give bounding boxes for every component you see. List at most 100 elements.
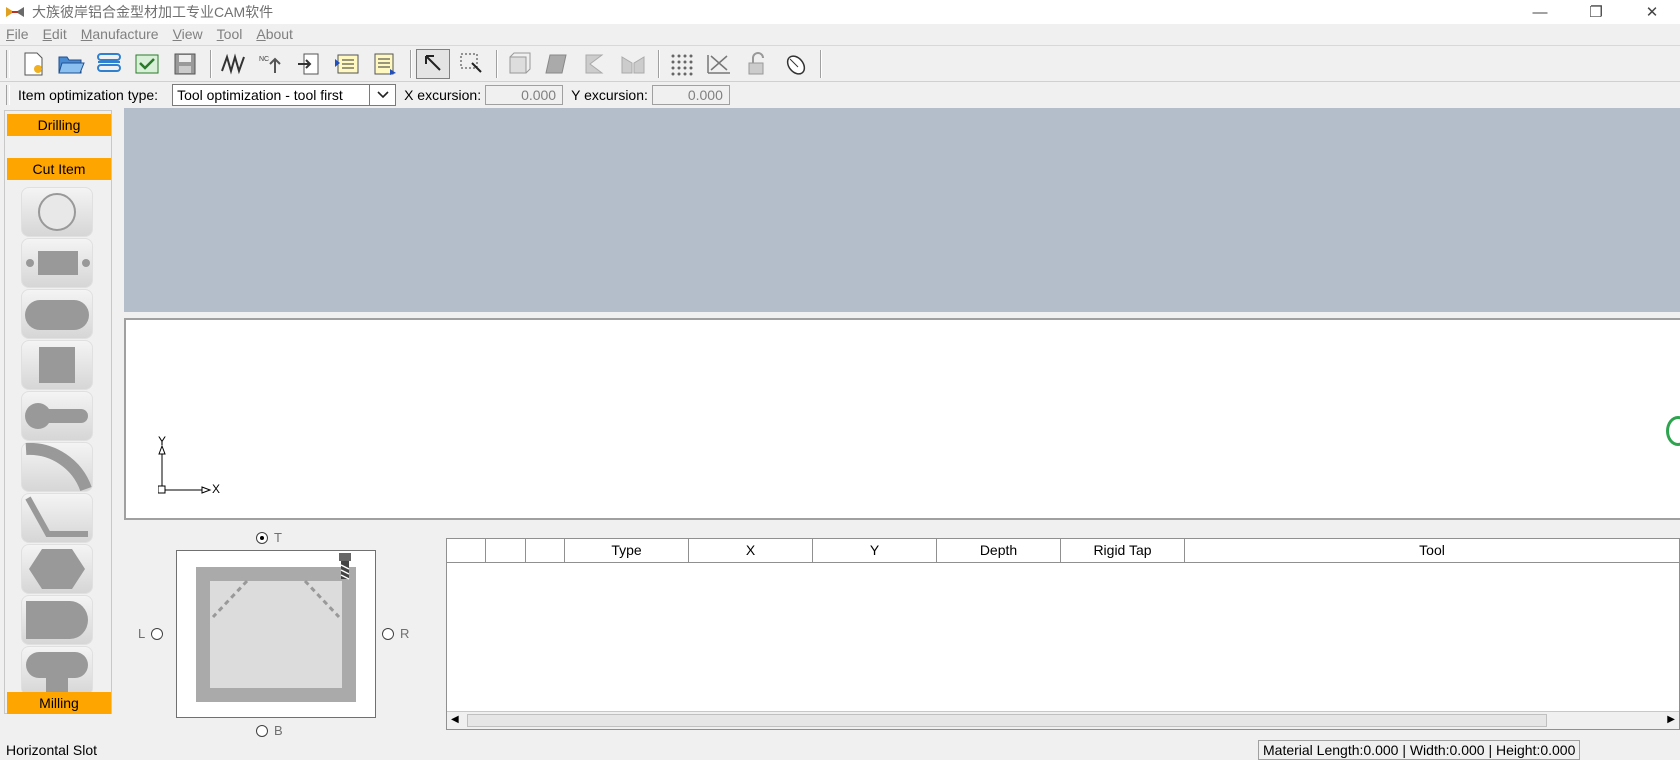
view-side-button[interactable] <box>578 49 612 79</box>
square-tool[interactable] <box>21 340 93 390</box>
title-bar: 大族彼岸铝合金型材加工专业CAM软件 — ❐ ✕ <box>0 0 1680 24</box>
column-header-x[interactable]: X <box>689 539 813 562</box>
keyhole-tool[interactable] <box>21 391 93 441</box>
radio-right-dot[interactable] <box>382 627 394 640</box>
radio-left-label: L <box>138 626 146 641</box>
green-status-icon[interactable] <box>1666 416 1680 446</box>
cut-item-category-button[interactable]: Cut Item <box>7 158 111 180</box>
column-header-3[interactable] <box>526 539 565 562</box>
mouse-icon <box>786 54 806 75</box>
hexagon-tool[interactable] <box>21 544 93 594</box>
open-file-button[interactable] <box>54 49 88 79</box>
x-excursion-field[interactable]: 0.000 <box>485 84 564 105</box>
circle-icon <box>38 193 76 231</box>
radio-top[interactable]: T <box>256 530 282 545</box>
measure-button[interactable] <box>702 49 736 79</box>
new-file-button[interactable] <box>16 49 50 79</box>
milling-category-button[interactable]: Milling <box>7 692 111 714</box>
column-header-y[interactable]: Y <box>813 539 937 562</box>
toolbar-grip[interactable] <box>6 49 10 78</box>
lock-icon <box>748 51 764 74</box>
column-header-1[interactable] <box>447 539 486 562</box>
rect-with-holes-tool[interactable] <box>21 238 93 288</box>
report-button[interactable] <box>368 49 402 79</box>
import-icon <box>135 54 159 73</box>
scroll-right-icon[interactable]: ▶ <box>1667 714 1675 725</box>
import-button[interactable] <box>130 49 164 79</box>
x-excursion-label: X excursion: <box>404 86 482 103</box>
square-icon <box>39 347 75 383</box>
status-material-dimensions: Material Length:0.000 | Width:0.000 | He… <box>1258 740 1581 760</box>
mouse-button[interactable] <box>778 49 812 79</box>
menu-view[interactable]: View <box>173 26 203 42</box>
profile-view-canvas[interactable] <box>124 108 1680 312</box>
view-solid-button[interactable] <box>540 49 574 79</box>
measure-icon <box>707 54 730 74</box>
list-button[interactable] <box>330 49 364 79</box>
menu-edit[interactable]: Edit <box>43 26 67 42</box>
column-header-tool[interactable]: Tool <box>1185 539 1679 562</box>
part-view-canvas[interactable]: Y X <box>124 318 1680 520</box>
hexagon-icon <box>29 549 85 589</box>
angled-slot-tool[interactable] <box>21 493 93 543</box>
axis-indicator: Y X <box>157 434 238 499</box>
column-header-rigid-tap[interactable]: Rigid Tap <box>1061 539 1185 562</box>
select-button[interactable] <box>416 48 450 79</box>
column-header-2[interactable] <box>486 539 526 562</box>
status-bar: Horizontal Slot Material Length:0.000 | … <box>0 740 1680 760</box>
radio-bottom[interactable]: B <box>256 723 283 738</box>
toolbar-separator <box>210 49 212 78</box>
radio-right[interactable]: R <box>382 626 409 641</box>
report-icon <box>374 53 396 75</box>
export-icon <box>298 53 319 74</box>
view-3d-button[interactable] <box>502 49 536 79</box>
menu-about[interactable]: About <box>256 26 293 42</box>
unfold-icon <box>621 55 645 73</box>
menu-manufacture[interactable]: Manufacture <box>81 26 159 42</box>
d-shape-tool[interactable] <box>21 595 93 645</box>
box-select-button[interactable] <box>454 49 488 79</box>
scroll-left-icon[interactable]: ◀ <box>451 714 459 725</box>
slot-icon <box>25 300 89 330</box>
y-excursion-field[interactable]: 0.000 <box>651 84 730 105</box>
view-unfold-button[interactable] <box>616 49 650 79</box>
y-excursion-label: Y excursion: <box>571 86 648 103</box>
radio-left[interactable]: L <box>138 626 169 641</box>
save-button[interactable] <box>168 49 202 79</box>
horizontal-scrollbar[interactable]: ◀ ▶ <box>447 711 1679 729</box>
window-title: 大族彼岸铝合金型材加工专业CAM软件 <box>32 4 274 20</box>
item-optimization-select[interactable]: Tool optimization - tool first <box>172 83 397 106</box>
radio-left-dot[interactable] <box>151 627 164 640</box>
round-hole-tool[interactable] <box>21 187 93 237</box>
toolbar-separator <box>820 49 822 78</box>
path-button[interactable] <box>216 49 250 79</box>
t-shape-tool[interactable] <box>21 646 93 696</box>
options-grip[interactable] <box>6 84 10 105</box>
options-bar: Item optimization type: Tool optimizatio… <box>0 81 1680 107</box>
chevron-down-icon[interactable] <box>369 84 395 105</box>
horizontal-slot-tool[interactable] <box>21 289 93 339</box>
drilling-category-button[interactable]: Drilling <box>7 114 111 136</box>
scrollbar-thumb[interactable] <box>467 714 1547 727</box>
radio-top-dot[interactable] <box>256 531 268 544</box>
radio-bottom-dot[interactable] <box>256 724 268 737</box>
profile-section-diagram <box>196 553 356 702</box>
app-logo-icon <box>4 3 26 21</box>
column-header-type[interactable]: Type <box>565 539 689 562</box>
minimize-button[interactable]: — <box>1512 0 1568 24</box>
layers-button[interactable] <box>92 49 126 79</box>
close-button[interactable]: ✕ <box>1624 0 1680 24</box>
arc-slot-tool[interactable] <box>21 442 93 492</box>
grid-dots-icon <box>671 54 693 75</box>
grid-button[interactable] <box>664 49 698 79</box>
box-select-icon <box>460 53 482 73</box>
rect-holes-icon <box>26 251 90 275</box>
menu-tool[interactable]: Tool <box>217 26 243 42</box>
menu-file[interactable]: File <box>6 26 29 42</box>
column-header-depth[interactable]: Depth <box>937 539 1061 562</box>
export-button[interactable] <box>292 49 326 79</box>
d-shape-icon <box>26 601 88 639</box>
restore-button[interactable]: ❐ <box>1568 0 1624 24</box>
lock-button[interactable] <box>740 49 774 79</box>
nc-output-button[interactable]: NC <box>254 49 288 79</box>
